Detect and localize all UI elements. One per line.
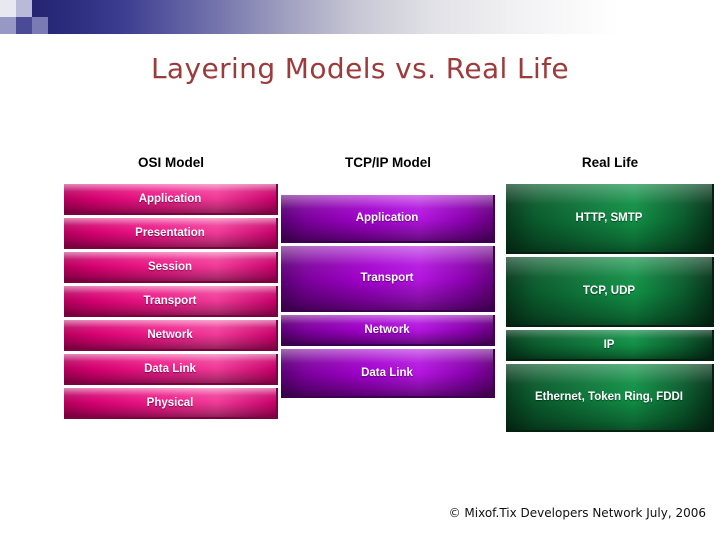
tcpip-layer-network: Network xyxy=(281,315,495,346)
osi-layer-data-link: Data Link xyxy=(64,354,278,385)
banner-square-5 xyxy=(32,17,48,34)
osi-stack: Application Presentation Session Transpo… xyxy=(64,184,278,422)
page-title: Layering Models vs. Real Life xyxy=(150,52,570,85)
osi-layer-application: Application xyxy=(64,184,278,215)
column-heading-osi: OSI Model xyxy=(137,155,204,170)
tcpip-layer-transport: Transport xyxy=(281,246,495,312)
tcpip-layer-data-link: Data Link xyxy=(281,349,495,398)
banner-square-4 xyxy=(16,17,32,34)
top-banner xyxy=(0,0,720,34)
osi-layer-network: Network xyxy=(64,320,278,351)
real-life-stack: HTTP, SMTP TCP, UDP IP Ethernet, Token R… xyxy=(506,184,714,435)
real-life-layer-application: HTTP, SMTP xyxy=(506,184,714,254)
real-life-layer-data-link: Ethernet, Token Ring, FDDI xyxy=(506,364,714,432)
column-heading-tcpip: TCP/IP Model xyxy=(344,155,431,170)
real-life-layer-network: IP xyxy=(506,330,714,361)
footer-copyright: © Mixof.Tix Developers Network July, 200… xyxy=(448,506,706,520)
real-life-layer-transport: TCP, UDP xyxy=(506,257,714,327)
banner-square-3 xyxy=(0,17,16,34)
osi-layer-physical: Physical xyxy=(64,388,278,419)
tcpip-stack: Application Transport Network Data Link xyxy=(281,195,495,401)
banner-square-2 xyxy=(16,0,32,17)
osi-layer-session: Session xyxy=(64,252,278,283)
banner-square-1 xyxy=(0,0,16,17)
column-heading-real-life: Real Life xyxy=(581,155,639,170)
osi-layer-presentation: Presentation xyxy=(64,218,278,249)
osi-layer-transport: Transport xyxy=(64,286,278,317)
tcpip-layer-application: Application xyxy=(281,195,495,243)
